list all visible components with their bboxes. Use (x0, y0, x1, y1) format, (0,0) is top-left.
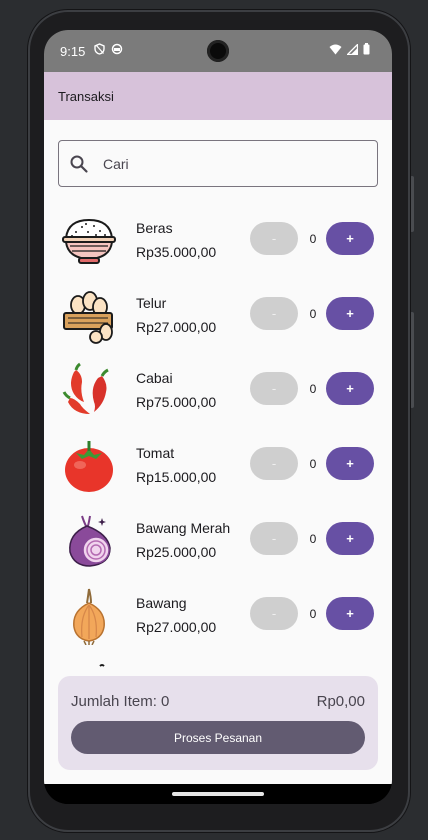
rice-bowl-icon (62, 218, 116, 264)
list-item: Bawang Rp27.000,00 - 0 + (44, 587, 392, 662)
increase-button[interactable]: + (326, 597, 374, 630)
quantity-value: 0 (309, 382, 317, 396)
list-item: Tomat Rp15.000,00 - 0 + (44, 437, 392, 512)
wifi-icon (329, 44, 342, 54)
process-order-button[interactable]: Proses Pesanan (71, 721, 365, 754)
battery-icon (363, 43, 370, 55)
product-name: Tomat (136, 445, 175, 461)
product-name: Cabai (136, 370, 173, 386)
item-count: Jumlah Item: 0 (71, 693, 170, 710)
status-left-icons (94, 43, 123, 55)
onion-icon (73, 588, 105, 645)
total-price: Rp0,00 (316, 693, 365, 710)
eggs-basket-icon (63, 291, 113, 344)
page-title: Transaksi (58, 89, 114, 104)
power-button (410, 176, 414, 232)
shield-icon (94, 43, 105, 55)
main-content: Beras Rp35.000,00 - 0 + Telur Rp27. (44, 120, 392, 784)
search-icon (70, 155, 88, 173)
red-onion-icon (69, 515, 111, 567)
list-item: Cabai Rp75.000,00 - 0 + (44, 362, 392, 437)
quantity-value: 0 (309, 307, 317, 321)
product-price: Rp15.000,00 (136, 469, 217, 485)
product-price: Rp35.000,00 (136, 244, 217, 260)
decrease-button[interactable]: - (250, 447, 298, 480)
order-summary: Jumlah Item: 0 Rp0,00 Proses Pesanan (58, 676, 378, 770)
quantity-value: 0 (309, 532, 317, 546)
app-bar: Transaksi (44, 72, 392, 120)
quantity-value: 0 (309, 232, 317, 246)
search-input[interactable] (103, 151, 363, 177)
navigation-bar (44, 784, 392, 804)
chili-icon (62, 362, 109, 414)
list-item: Bawang Merah Rp25.000,00 - 0 + (44, 512, 392, 587)
status-right-icons (329, 43, 370, 55)
signal-icon (347, 43, 358, 55)
decrease-button[interactable]: - (250, 222, 298, 255)
status-bar: 9:15 (44, 30, 392, 72)
tomato-icon (65, 441, 113, 492)
decrease-button[interactable]: - (250, 597, 298, 630)
increase-button[interactable]: + (326, 372, 374, 405)
decrease-button[interactable]: - (250, 297, 298, 330)
increase-button[interactable]: + (326, 522, 374, 555)
product-price: Rp27.000,00 (136, 319, 217, 335)
front-camera (207, 40, 229, 62)
product-price: Rp75.000,00 (136, 394, 217, 410)
decrease-button[interactable]: - (250, 522, 298, 555)
decrease-button[interactable]: - (250, 372, 298, 405)
product-price: Rp27.000,00 (136, 619, 217, 635)
sync-icon (111, 43, 123, 55)
quantity-value: 0 (309, 457, 317, 471)
status-time: 9:15 (60, 44, 86, 59)
increase-button[interactable]: + (326, 447, 374, 480)
home-gesture-handle[interactable] (172, 792, 264, 796)
list-item: Beras Rp35.000,00 - 0 + (44, 212, 392, 287)
increase-button[interactable]: + (326, 297, 374, 330)
product-name: Bawang (136, 595, 187, 611)
screen: 9:15 Transaksi Cari Beras Rp35.000,00 - … (44, 30, 392, 804)
product-name: Telur (136, 295, 167, 311)
product-list[interactable]: Beras Rp35.000,00 - 0 + Telur Rp27.000,0… (44, 212, 392, 737)
product-price: Rp25.000,00 (136, 544, 217, 560)
product-name: Bawang Merah (136, 520, 231, 536)
volume-button (410, 312, 414, 408)
quantity-value: 0 (309, 607, 317, 621)
search-field[interactable] (58, 140, 378, 187)
increase-button[interactable]: + (326, 222, 374, 255)
list-item: Telur Rp27.000,00 - 0 + (44, 287, 392, 362)
product-name: Beras (136, 220, 173, 236)
